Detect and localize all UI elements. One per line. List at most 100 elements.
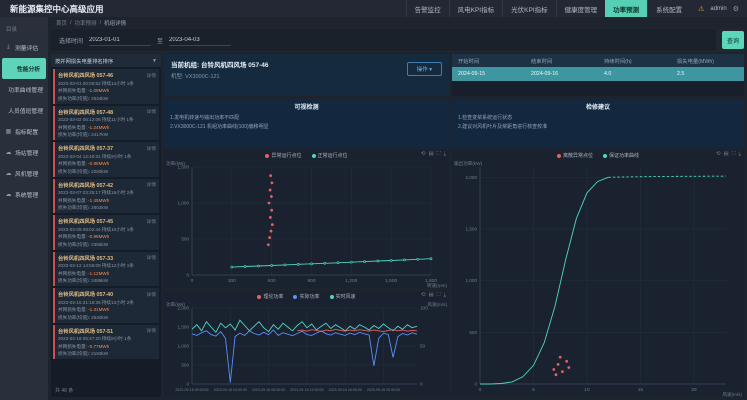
turbine-card[interactable]: 台铃风机四风场 057-40详情2023-03-15 21:18:36 持续13… — [53, 288, 159, 323]
sidebar-item[interactable]: ☁风机管理 — [0, 163, 48, 184]
download-icon[interactable]: ⤓ — [444, 292, 446, 299]
legend-dot-icon — [330, 295, 334, 299]
date-filter-label: 选择时间 — [59, 36, 83, 45]
restore-icon[interactable]: ⟲ — [716, 151, 721, 158]
card-detail-link[interactable]: 详情 — [146, 72, 156, 79]
legend-item[interactable]: 离散异常点位 — [557, 152, 593, 159]
nav-tab[interactable]: 告警监控 — [406, 0, 449, 17]
card-detail-link[interactable]: 详情 — [146, 218, 156, 225]
unit-action-button[interactable]: 操作 ▾ — [407, 62, 442, 76]
nav-tab[interactable]: 功率预测 — [605, 0, 647, 17]
svg-text:500: 500 — [469, 330, 477, 335]
data-view-icon[interactable]: ▤ — [429, 151, 434, 158]
svg-text:10: 10 — [584, 387, 590, 393]
svg-text:转速(rpm): 转速(rpm) — [427, 282, 448, 288]
gear-icon[interactable]: ⚙ — [733, 5, 739, 13]
legend-item[interactable]: 异常运行点位 — [265, 152, 301, 159]
download-icon[interactable]: ⤓ — [444, 151, 446, 158]
sidebar-item[interactable]: ☁场站管理 — [0, 142, 48, 163]
cloud-icon: ☁ — [5, 191, 12, 198]
sidebar-item[interactable]: ▦指标配置 — [0, 121, 48, 142]
filter-box: 选择时间 至 — [51, 29, 716, 51]
card-power: 损失功率(均值): 2488kW — [58, 278, 156, 284]
breadcrumb-part[interactable]: 首页 — [56, 19, 67, 27]
table-row[interactable]: 2024-09-152024-09-164.02.5 — [452, 67, 744, 81]
restore-icon[interactable]: ⟲ — [421, 292, 426, 299]
turbine-list-panel: 按并网损失电量排名排序 ▼ 台铃风机四风场 057-46详情2023-03-01… — [51, 54, 161, 397]
visual-detect-line: 2.VX3000C-121 机组功率曲线(100)偏移明显 — [170, 123, 443, 130]
data-view-icon[interactable]: ▤ — [724, 151, 729, 158]
sidebar-item[interactable]: 性能分析 — [2, 58, 46, 79]
sort-select-label: 按并网损失电量排名排序 — [55, 57, 149, 65]
sidebar-item[interactable]: ⤓测量评估 — [0, 37, 48, 58]
nav-tab[interactable]: 系统配置 — [647, 0, 690, 17]
legend-label: 理论功率 — [263, 293, 283, 300]
nav-tab[interactable]: 健康度管理 — [556, 0, 606, 17]
table-cell: 2.5 — [671, 67, 744, 81]
username[interactable]: admin — [710, 6, 726, 12]
turbine-card[interactable]: 台铃风机四风场 057-45详情2023-03-09 08:02:44 持续10… — [53, 215, 159, 250]
nav-tab[interactable]: 风电KPI指标 — [449, 0, 502, 17]
legend-item[interactable]: 实时风速 — [330, 293, 356, 300]
end-date-input[interactable] — [169, 34, 231, 46]
card-detail-link[interactable]: 详情 — [146, 108, 156, 115]
sidebar-item[interactable]: ☁系统管理 — [0, 184, 48, 205]
svg-text:2023-09-16 00:00:00: 2023-09-16 00:00:00 — [175, 388, 208, 392]
save-image-icon[interactable]: ⛶ — [437, 292, 441, 299]
save-image-icon[interactable]: ⛶ — [437, 151, 441, 158]
legend-item[interactable]: 实际功率 — [293, 293, 319, 300]
download-icon[interactable]: ⤓ — [739, 151, 741, 158]
repair-advice-box: 检修建议 1.检查变桨系统运行状态 2.建议对风机叶片及桨距角进行核查校准 — [452, 99, 744, 147]
wind-power-curve-chart[interactable]: 离散异常点位保证功率曲线⟲▤⛶⤓0510152005001,0001,5002,… — [452, 150, 744, 397]
legend-item[interactable]: 保证功率曲线 — [603, 152, 639, 159]
card-detail-link[interactable]: 详情 — [146, 145, 156, 152]
turbine-card[interactable]: 台铃风机四风场 057-37详情2023-03-04 12:40:31 持续9小… — [53, 142, 159, 177]
restore-icon[interactable]: ⟲ — [421, 151, 426, 158]
power-timeline-chart[interactable]: 理论功率 实际功率 实时风速 ⟲▤⛶⤓ 2023-09-16 00:00:00 2023-… — [164, 291, 449, 397]
data-view-icon[interactable]: ▤ — [429, 292, 434, 299]
right-panel: 开始时间结束时间持续时间(h)损失电量(MWh)2024-09-152024-0… — [452, 54, 744, 397]
alarm-warning-icon[interactable]: ⚠ — [698, 5, 704, 13]
visual-detect-title: 可视检测 — [170, 102, 443, 111]
sidebar-item[interactable]: 人员值班管理 — [0, 100, 48, 121]
save-image-icon[interactable]: ⛶ — [732, 151, 736, 158]
start-date-input[interactable] — [89, 34, 151, 46]
card-time: 2023-03-01 00:00:52 持续14小时 1条 — [58, 81, 156, 87]
card-detail-link[interactable]: 详情 — [146, 181, 156, 188]
sort-select[interactable]: 按并网损失电量排名排序 ▼ — [51, 54, 161, 67]
svg-text:1,000: 1,000 — [466, 278, 478, 283]
chart-toolbox: ⟲▤⛶⤓ — [421, 151, 446, 158]
turbine-card[interactable]: 台铃风机四风场 057-48详情2023-03-02 06:12:08 持续11… — [53, 106, 159, 141]
rpm-power-chart[interactable]: 异常运行点位正常运行点位⟲▤⛶⤓03006009001,2001,5001,80… — [164, 150, 449, 288]
breadcrumb-part[interactable]: 功率预测 — [75, 19, 97, 27]
header-right: ⚠ admin ⚙ — [690, 5, 747, 13]
card-loss: 并网损失电量: -0.98MWh — [58, 234, 156, 240]
legend-item[interactable]: 正常运行点位 — [312, 152, 348, 159]
top-header: 新能源集控中心高级应用 告警监控风电KPI指标光伏KPI指标健康度管理功率预测系… — [0, 0, 747, 17]
card-time: 2023-03-09 08:02:44 持续10小时 1条 — [58, 227, 156, 233]
table-cell: 2024-09-16 — [525, 67, 598, 81]
turbine-card[interactable]: 台铃风机四风场 057-33详情2023-03-12 14:55:09 持续12… — [53, 252, 159, 287]
card-title: 台铃风机四风场 057-40 — [58, 290, 146, 298]
sidebar-item-label: 功率曲线管理 — [8, 85, 43, 94]
visual-detect-line: 1.发电机转速与输出功率不匹配 — [170, 114, 443, 121]
legend-item[interactable]: 理论功率 — [257, 293, 283, 300]
sidebar-item-label: 指标配置 — [15, 127, 38, 136]
breadcrumb-part[interactable]: 机组详情 — [104, 19, 126, 27]
card-loss: 并网损失电量: -0.86MWh — [58, 161, 156, 167]
card-title: 台铃风机四风场 057-42 — [58, 181, 146, 189]
card-detail-link[interactable]: 详情 — [146, 291, 156, 298]
turbine-card[interactable]: 台铃风机四风场 057-51详情2023-03-18 05:47:20 持续8小… — [53, 325, 159, 360]
sidebar-item-label: 人员值班管理 — [8, 106, 43, 115]
card-power: 损失功率(均值): 2280kW — [58, 169, 156, 175]
visual-detect-box: 可视检测 1.发电机转速与输出功率不匹配 2.VX3000C-121 机组功率曲… — [164, 99, 449, 147]
turbine-card[interactable]: 台铃风机四风场 057-46详情2023-03-01 00:00:52 持续14… — [53, 69, 159, 104]
card-detail-link[interactable]: 详情 — [146, 327, 156, 334]
turbine-card[interactable]: 台铃风机四风场 057-42详情2023-03-07 03:25:17 持续16… — [53, 179, 159, 214]
sidebar-item[interactable]: 功率曲线管理 — [0, 79, 48, 100]
svg-text:0: 0 — [186, 273, 189, 278]
nav-tab[interactable]: 光伏KPI指标 — [502, 0, 555, 17]
search-button[interactable]: 查询 — [722, 31, 744, 49]
svg-text:2023-09-16 12:00:00: 2023-09-16 12:00:00 — [290, 388, 323, 392]
card-detail-link[interactable]: 详情 — [146, 254, 156, 261]
